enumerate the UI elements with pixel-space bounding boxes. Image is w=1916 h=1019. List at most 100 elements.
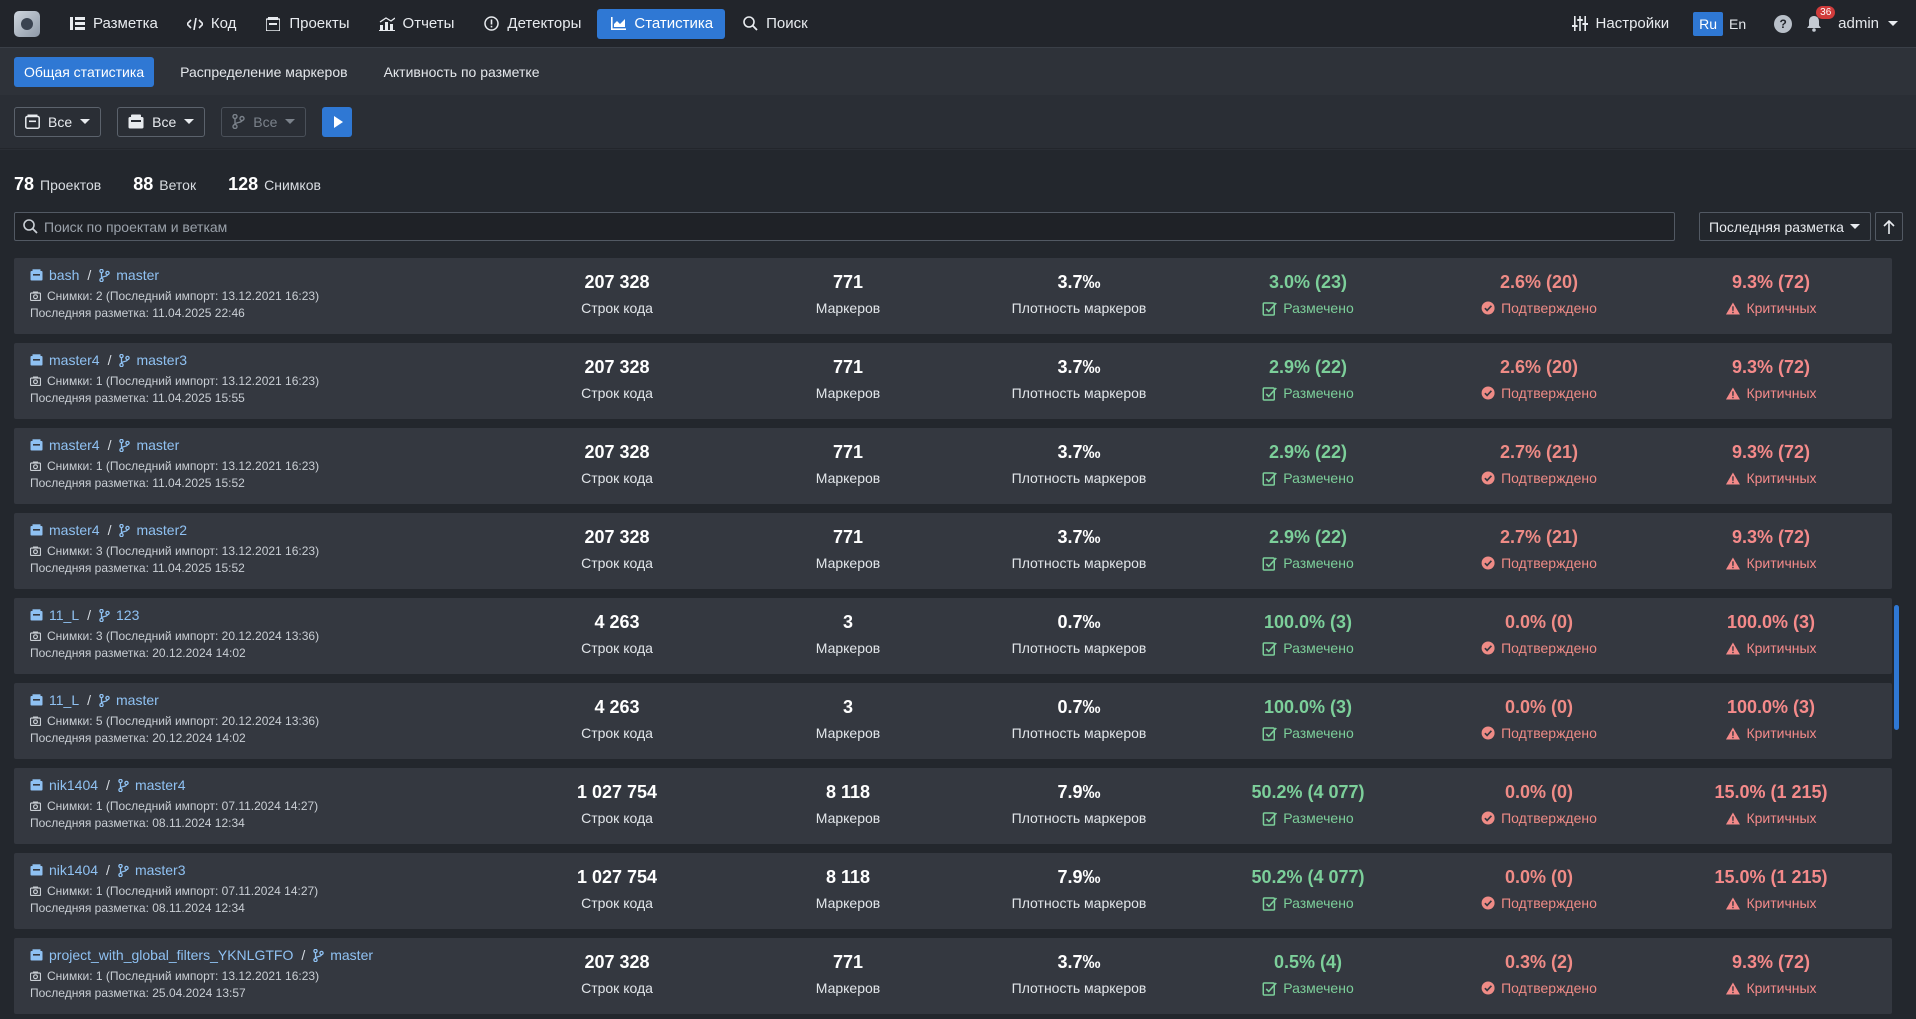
help-icon[interactable]: ?: [1774, 14, 1793, 33]
marked-label: Размечено: [1283, 895, 1354, 911]
table-row[interactable]: bash / master Снимки: 2 (Последний импор…: [14, 258, 1892, 334]
branch-link[interactable]: master: [116, 692, 159, 708]
sort-dropdown[interactable]: Последняя разметка: [1699, 212, 1871, 241]
apply-filters-button[interactable]: [322, 106, 353, 137]
density-value: 0.7‰: [1057, 697, 1101, 717]
settings-button[interactable]: Настройки: [1559, 9, 1682, 39]
critical-label-wrap: Критичных: [1725, 978, 1817, 998]
project-link[interactable]: bash: [49, 267, 79, 283]
branch-icon: [118, 863, 129, 877]
list-scrollbar[interactable]: [1894, 605, 1899, 730]
app-logo[interactable]: [14, 10, 40, 37]
tab-general-statistics[interactable]: Общая статистика: [14, 56, 155, 87]
snapshot-info: Снимки: 5 (Последний импорт: 20.12.2024 …: [30, 712, 319, 729]
critical-value: 9.3% (72): [1731, 442, 1811, 462]
marked-label-wrap: Размечено: [1262, 553, 1354, 573]
play-icon: [333, 115, 343, 128]
project-search-input[interactable]: [38, 218, 1674, 235]
user-menu[interactable]: admin: [1838, 15, 1898, 32]
branch-link[interactable]: master: [136, 437, 179, 453]
branch-link[interactable]: master2: [136, 522, 187, 538]
nav-item-code[interactable]: Код: [174, 9, 249, 39]
nav-item-search[interactable]: Поиск: [729, 9, 820, 39]
project-icon: [30, 779, 43, 791]
density-label: Плотность маркеров: [1011, 555, 1147, 571]
branch-link[interactable]: master: [116, 267, 159, 283]
snapshot-filter-dropdown[interactable]: Все: [117, 106, 206, 137]
metric-markers: 3 Маркеров: [816, 695, 880, 743]
markers-value: 8 118: [825, 782, 871, 802]
project-link[interactable]: nik1404: [49, 862, 98, 878]
loc-label: Строк кода: [581, 470, 653, 486]
branch-link[interactable]: master3: [136, 352, 187, 368]
snapshot-text: Снимки: 2 (Последний импорт: 13.12.2021 …: [47, 288, 320, 303]
notifications-button[interactable]: 36: [1806, 5, 1836, 33]
critical-value: 9.3% (72): [1731, 952, 1811, 972]
nav-item-markup[interactable]: Разметка: [56, 9, 170, 39]
snapshots-count-label: Снимков: [264, 177, 321, 193]
table-row[interactable]: master4 / master Снимки: 1 (Последний им…: [14, 428, 1892, 504]
markers-value: 3: [842, 697, 854, 717]
path-separator: /: [106, 777, 110, 793]
nav-label: Проекты: [289, 15, 350, 32]
project-link[interactable]: project_with_global_filters_YKNLGTFO: [49, 947, 293, 963]
projects-count: 78: [14, 174, 35, 194]
tab-marker-distribution[interactable]: Распределение маркеров: [170, 57, 357, 87]
critical-label: Критичных: [1746, 300, 1817, 316]
check-circle-icon: [1481, 471, 1495, 485]
loc-label: Строк кода: [581, 980, 653, 996]
path-separator: /: [107, 352, 112, 368]
table-row[interactable]: master4 / master2 Снимки: 3 (Последний и…: [14, 513, 1892, 589]
critical-value: 100.0% (3): [1726, 612, 1816, 632]
path-separator: /: [87, 607, 91, 623]
project-filter-dropdown[interactable]: Все: [14, 106, 102, 137]
critical-label: Критичных: [1746, 470, 1817, 486]
project-link[interactable]: nik1404: [49, 777, 98, 793]
nav-item-reports[interactable]: Отчеты: [366, 9, 467, 39]
projects-icon: [25, 114, 40, 129]
table-row[interactable]: 11_L / master Снимки: 5 (Последний импор…: [14, 683, 1892, 759]
tab-markup-activity[interactable]: Активность по разметке: [374, 57, 550, 87]
metric-density: 7.9‰ Плотность маркеров: [1012, 865, 1147, 913]
metric-density: 0.7‰ Плотность маркеров: [1012, 610, 1147, 658]
branch-link[interactable]: 123: [116, 607, 139, 623]
lang-ru-button[interactable]: Ru: [1693, 11, 1724, 36]
table-row[interactable]: 11_L / 123 Снимки: 3 (Последний импорт: …: [14, 598, 1892, 674]
project-link[interactable]: 11_L: [49, 692, 79, 708]
project-link[interactable]: master4: [49, 352, 100, 368]
markers-label: Маркеров: [815, 895, 881, 911]
metric-confirmed: 0.0% (0) Подтверждено: [1481, 865, 1597, 913]
row-title: nik1404 / master3: [30, 861, 318, 879]
table-row[interactable]: nik1404 / master4 Снимки: 1 (Последний и…: [14, 768, 1892, 844]
loc-value: 207 328: [584, 527, 650, 547]
project-link[interactable]: master4: [49, 437, 100, 453]
table-row[interactable]: master4 / master3 Снимки: 1 (Последний и…: [14, 343, 1892, 419]
lang-en-button[interactable]: En: [1723, 12, 1752, 36]
marked-label: Размечено: [1283, 385, 1354, 401]
nav-item-statistics[interactable]: Статистика: [597, 8, 726, 39]
sort-direction-button[interactable]: [1875, 212, 1903, 241]
dropdown-value: Все: [253, 113, 278, 130]
density-label: Плотность маркеров: [1011, 300, 1147, 316]
metric-loc: 1 027 754 Строк кода: [577, 865, 657, 913]
last-markup-info: Последняя разметка: 11.04.2025 15:55: [30, 390, 245, 405]
branch-link[interactable]: master3: [135, 862, 186, 878]
project-link[interactable]: master4: [49, 522, 100, 538]
branch-link[interactable]: master: [330, 947, 373, 963]
markers-label: Маркеров: [815, 810, 881, 826]
project-link[interactable]: 11_L: [49, 607, 79, 623]
project-icon: [30, 949, 43, 961]
nav-item-detectors[interactable]: Детекторы: [470, 9, 593, 39]
metric-loc: 1 027 754 Строк кода: [577, 780, 657, 828]
check-circle-icon: [1481, 301, 1495, 315]
chevron-down-icon: [1888, 21, 1898, 26]
branch-icon: [232, 114, 245, 129]
nav-item-projects[interactable]: Проекты: [252, 9, 361, 39]
density-label: Плотность маркеров: [1011, 470, 1147, 486]
branch-link[interactable]: master4: [135, 777, 186, 793]
table-row[interactable]: project_with_global_filters_YKNLGTFO / m…: [14, 938, 1892, 1014]
last-markup-info: Последняя разметка: 11.04.2025 15:52: [30, 475, 245, 490]
table-row[interactable]: nik1404 / master3 Снимки: 1 (Последний и…: [14, 853, 1892, 929]
confirmed-value: 2.7% (21): [1499, 442, 1579, 462]
branch-icon: [119, 353, 131, 367]
